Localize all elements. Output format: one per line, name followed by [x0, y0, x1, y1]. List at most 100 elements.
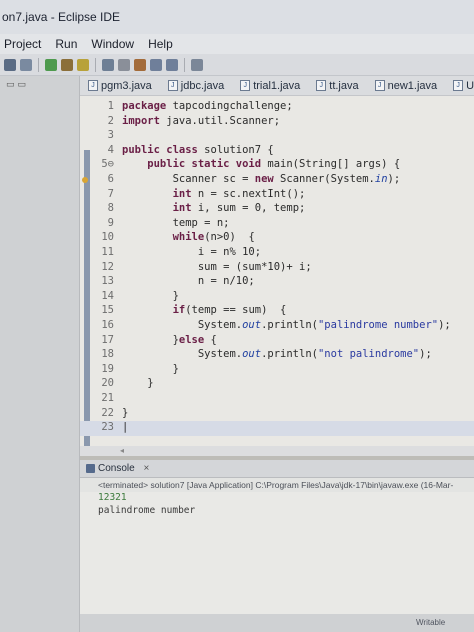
- console-tab[interactable]: Console ×: [80, 460, 474, 478]
- pin-icon[interactable]: [191, 58, 203, 71]
- close-icon[interactable]: ×: [143, 463, 149, 474]
- line-number: 23: [101, 421, 114, 434]
- code-token: package: [122, 100, 167, 112]
- code-line[interactable]: 15 if(temp == sum) {: [80, 304, 474, 319]
- code-line[interactable]: 18 System.out.println("not palindrome");: [80, 348, 474, 363]
- java-file-icon: J: [453, 80, 464, 91]
- code-token: temp = n;: [122, 216, 230, 229]
- code-line[interactable]: 12 sum = (sum*10)+ i;: [80, 261, 474, 276]
- code-token: .println(: [261, 348, 318, 361]
- horizontal-scrollbar[interactable]: ◂: [80, 446, 474, 456]
- menu-help[interactable]: Help: [148, 37, 173, 54]
- toolbar-divider: [95, 57, 96, 72]
- code-line[interactable]: 17 }else {: [80, 334, 474, 349]
- line-number: 2: [107, 114, 114, 127]
- code-text: while(n>0) {: [122, 231, 255, 243]
- code-token: new: [254, 173, 274, 185]
- code-token: "palindrome number": [317, 319, 439, 331]
- editor-tab-label: trial1.java: [253, 79, 301, 92]
- console-output[interactable]: 12321 palindrome number: [80, 492, 474, 614]
- code-line[interactable]: 11 i = n% 10;: [80, 246, 474, 261]
- code-token: while: [172, 231, 205, 244]
- code-token: sum = (sum*10)+ i;: [122, 260, 312, 273]
- code-line[interactable]: 21: [80, 392, 474, 407]
- console-tab-label: Console: [98, 463, 135, 474]
- code-text: public class solution7 {: [122, 144, 274, 156]
- debug-icon[interactable]: [61, 58, 73, 71]
- code-text: }: [122, 377, 153, 389]
- line-number: 4: [107, 143, 114, 156]
- code-token: main(String[] args) {: [261, 158, 401, 171]
- wand-icon[interactable]: [77, 58, 89, 71]
- minimized-view-icon[interactable]: ▭ ▭: [6, 80, 26, 90]
- code-token: int: [172, 187, 192, 200]
- toolbar-divider: [184, 57, 185, 72]
- editor-tab[interactable]: JUpc: [445, 76, 474, 95]
- code-line[interactable]: 19 }: [80, 363, 474, 378]
- code-text: }: [122, 290, 179, 302]
- code-editor[interactable]: 1 package tapcodingchallenge; 2 import java…: [80, 96, 474, 456]
- status-bar: Writable: [80, 614, 474, 632]
- line-number: 5⊖: [101, 158, 114, 171]
- forward-icon[interactable]: [166, 58, 178, 71]
- paragraph-icon[interactable]: [118, 58, 130, 71]
- toolbar-divider: [38, 57, 39, 72]
- code-token: Scanner(System.: [273, 173, 375, 185]
- editor-tab[interactable]: Jnew1.java: [367, 76, 446, 95]
- code-token: public static void: [122, 158, 262, 171]
- editor-tab[interactable]: Jpgm3.java: [80, 76, 160, 95]
- code-line[interactable]: 3: [80, 129, 474, 144]
- code-line[interactable]: 13 n = n/10;: [80, 275, 474, 290]
- code-token: java.util.Scanner;: [159, 114, 281, 127]
- line-number: 21: [101, 392, 114, 404]
- editor-tab[interactable]: Jtt.java: [308, 76, 366, 95]
- console-output-line: palindrome number: [98, 505, 196, 516]
- warning-icon[interactable]: [82, 177, 88, 183]
- menu-project[interactable]: Project: [4, 37, 41, 54]
- code-line[interactable]: 6 Scanner sc = new Scanner(System.in);: [80, 173, 474, 188]
- code-token: }: [122, 406, 129, 419]
- run-icon[interactable]: [45, 58, 57, 71]
- code-line[interactable]: 4 public class solution7 {: [80, 144, 474, 159]
- menu-bar: Project Run Window Help: [0, 34, 474, 54]
- java-file-icon: J: [167, 80, 178, 91]
- code-line[interactable]: 8 int i, sum = 0, temp;: [80, 202, 474, 217]
- code-line[interactable]: 9 temp = n;: [80, 217, 474, 232]
- code-token: );: [387, 173, 401, 185]
- code-line[interactable]: 10 while(n>0) {: [80, 231, 474, 246]
- code-text: i = n% 10;: [122, 246, 261, 258]
- line-number: 9: [107, 216, 114, 229]
- code-line[interactable]: 14 }: [80, 290, 474, 305]
- left-panel: ▭ ▭: [0, 76, 80, 632]
- code-token: (n>0) {: [204, 231, 255, 244]
- code-token: public class: [122, 143, 198, 156]
- search-icon[interactable]: [102, 58, 114, 71]
- save-icon[interactable]: [20, 58, 32, 71]
- code-line[interactable]: 2 import java.util.Scanner;: [80, 115, 474, 130]
- editor-tab[interactable]: Jjdbc.java: [160, 76, 232, 95]
- new-icon[interactable]: [4, 58, 16, 71]
- menu-window[interactable]: Window: [91, 37, 134, 54]
- code-line[interactable]: 22}: [80, 407, 474, 422]
- code-line[interactable]: 16 System.out.println("palindrome number…: [80, 319, 474, 334]
- code-line[interactable]: 23 |: [80, 421, 474, 436]
- editor-tab[interactable]: Jtrial1.java: [232, 76, 308, 95]
- code-line[interactable]: 1 package tapcodingchallenge;: [80, 100, 474, 115]
- code-token: else: [178, 333, 205, 346]
- menu-run[interactable]: Run: [55, 37, 77, 54]
- line-number: 22: [101, 406, 114, 419]
- annotation-icon[interactable]: [134, 58, 146, 71]
- code-token: solution7 {: [197, 143, 274, 156]
- code-line[interactable]: 7 int n = sc.nextInt();: [80, 188, 474, 203]
- code-token: System.: [122, 319, 243, 331]
- java-file-icon: J: [316, 80, 327, 91]
- code-line[interactable]: 5⊖ public static void main(String[] args…: [80, 158, 474, 173]
- code-line[interactable]: 20 }: [80, 377, 474, 392]
- code-token: if: [172, 304, 186, 317]
- back-icon[interactable]: [150, 58, 162, 71]
- code-token: );: [419, 348, 432, 361]
